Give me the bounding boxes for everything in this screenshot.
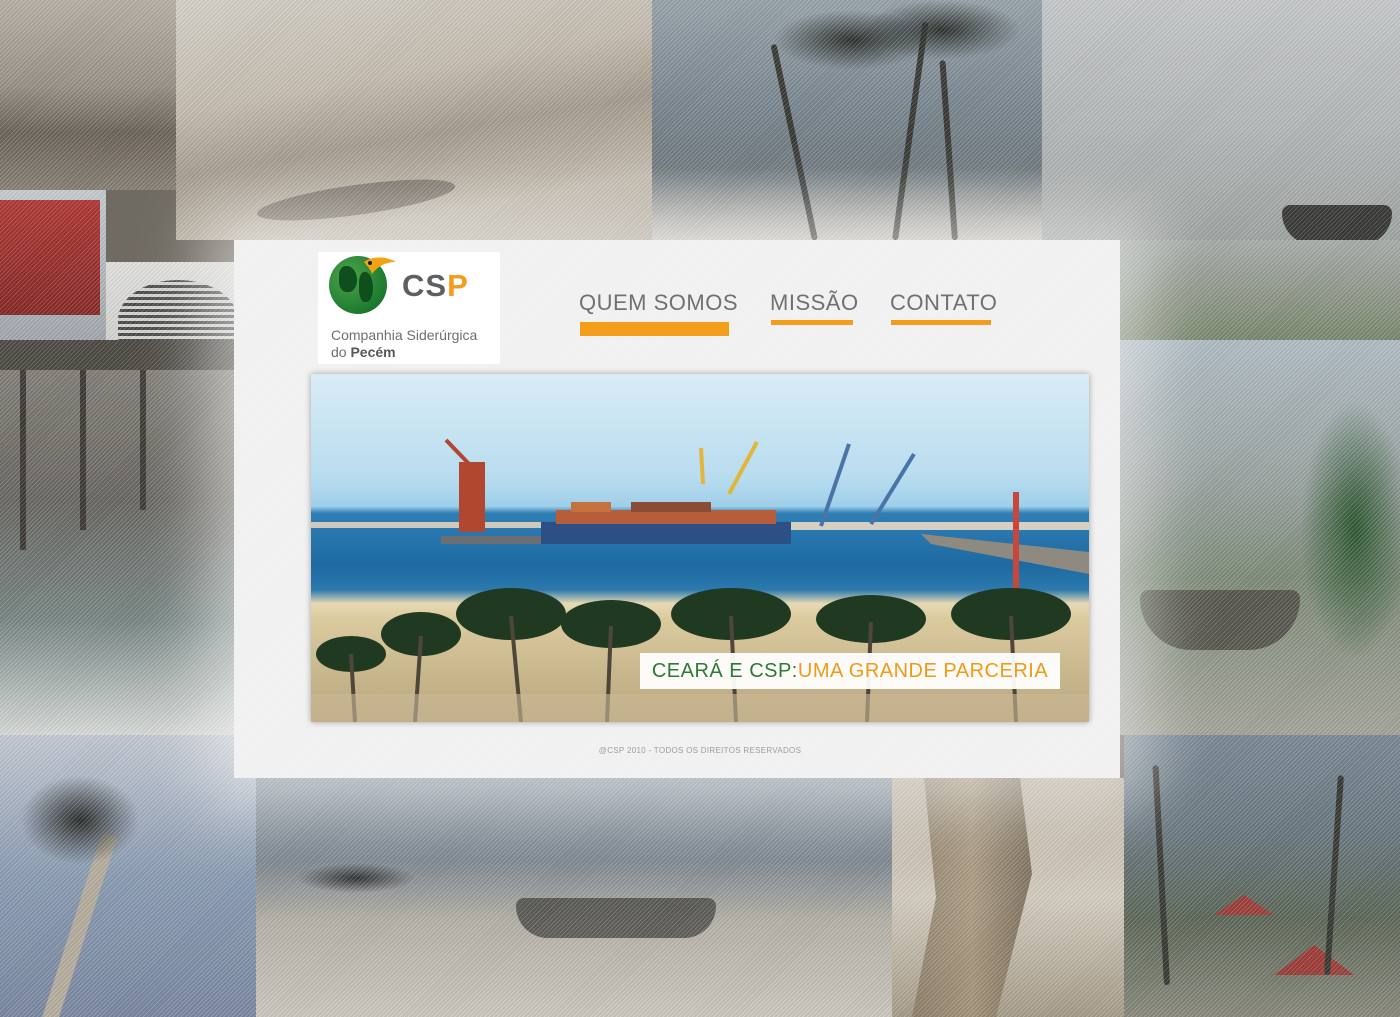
nav-contato-underline (891, 320, 991, 325)
logo-letter-p: P (447, 268, 469, 303)
nav-quem-somos[interactable]: QUEM SOMOS (579, 290, 738, 316)
background-photo-fishing-boat (1100, 340, 1400, 735)
background-photo-palm-sky (0, 735, 256, 1017)
hero-caption-part2: UMA GRANDE PARCERIA (797, 659, 1049, 682)
background-photo-boat (1042, 0, 1400, 240)
nav-missao-underline (771, 320, 853, 325)
background-photo-shelter (1100, 240, 1400, 340)
company-name-line1: Companhia Siderúrgica (331, 327, 478, 343)
company-name-line2-bold: Pecém (350, 344, 396, 360)
logo-wordmark[interactable]: CSP (402, 268, 469, 304)
toucan-beak-icon (364, 257, 396, 274)
nav-quem-somos-active-bar (580, 322, 729, 336)
nav-contato[interactable]: CONTATO (890, 290, 997, 316)
company-name-line2-prefix: do (331, 344, 351, 360)
background-photo-dunes (176, 0, 652, 240)
hero-caption: CEARÁ E CSP: UMA GRANDE PARCERIA (640, 653, 1060, 689)
background-photo-beach-1 (0, 0, 176, 190)
background-photo-kiosk (1124, 735, 1400, 1017)
background-photo-pier (0, 340, 240, 740)
logo-letters-cs: CS (402, 268, 448, 303)
background-photo-sand-dunes (256, 778, 892, 1017)
background-photo-palms (652, 0, 1042, 240)
hero-caption-part1: CEARÁ E CSP: (651, 659, 798, 682)
footer-copyright: @CSP 2010 - TODOS OS DIREITOS RESERVADOS (598, 746, 802, 755)
company-name-line2: do Pecém (331, 344, 396, 360)
nav-missao[interactable]: MISSÃO (770, 290, 859, 316)
background-photo-red-boat (0, 190, 106, 340)
background-photo-rock (892, 778, 1124, 1017)
